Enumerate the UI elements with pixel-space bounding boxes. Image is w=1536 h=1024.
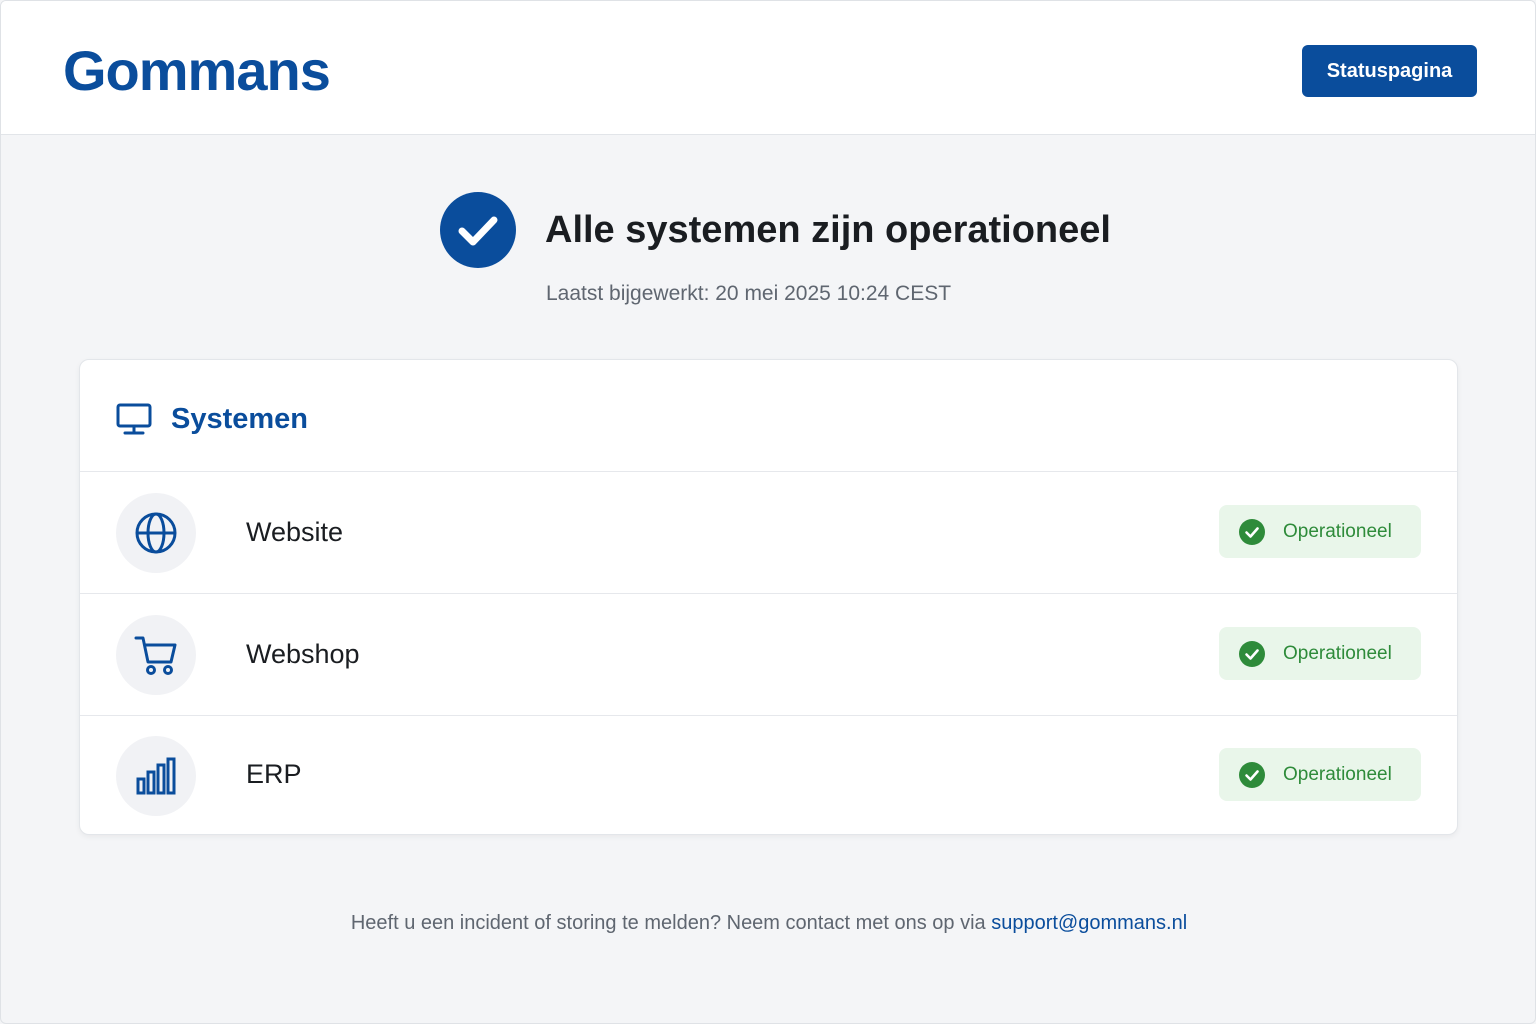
bar-chart-icon [136, 757, 176, 795]
systems-title: Systemen [171, 403, 309, 435]
statuspagina-button[interactable]: Statuspagina [1302, 45, 1477, 97]
system-row-website: Website Operationeel [80, 472, 1457, 594]
system-row-webshop: Webshop Operationeel [80, 594, 1457, 716]
status-page: Gommans Statuspagina Alle systemen zijn … [0, 0, 1536, 1024]
check-circle-icon [1239, 640, 1265, 667]
status-badge: Operationeel [1219, 505, 1421, 558]
system-name: Website [246, 517, 344, 547]
system-icon-container [116, 736, 196, 816]
logo[interactable]: Gommans [63, 39, 331, 103]
systems-card-header: Systemen [80, 360, 1457, 472]
system-icon-container [116, 493, 196, 573]
status-label: Operationeel [1283, 763, 1392, 785]
check-circle-icon [1239, 518, 1265, 545]
status-label: Operationeel [1283, 520, 1392, 542]
overall-status-title: Alle systemen zijn operationeel [545, 209, 1111, 251]
check-circle-icon [440, 192, 516, 268]
system-icon-container [116, 615, 196, 695]
check-circle-icon [1239, 761, 1265, 788]
monitor-icon [116, 403, 152, 435]
shopping-cart-icon [134, 636, 177, 675]
header: Gommans Statuspagina [1, 1, 1535, 135]
system-row-erp: ERP Operationeel [80, 716, 1457, 834]
systems-card: Systemen Website Operationeel Webshop Op… [79, 359, 1458, 835]
last-updated-text: Laatst bijgewerkt: 20 mei 2025 10:24 CES… [546, 282, 952, 305]
status-badge: Operationeel [1219, 627, 1421, 680]
footer-contact: Heeft u een incident of storing te melde… [1, 909, 1535, 937]
system-name: Webshop [246, 639, 360, 669]
footer-text: Heeft u een incident of storing te melde… [350, 912, 992, 934]
status-badge: Operationeel [1219, 748, 1421, 801]
status-label: Operationeel [1283, 642, 1392, 664]
support-email-link[interactable]: support@gommans.nl [991, 912, 1187, 934]
system-name: ERP [246, 759, 302, 789]
globe-icon [135, 512, 177, 554]
